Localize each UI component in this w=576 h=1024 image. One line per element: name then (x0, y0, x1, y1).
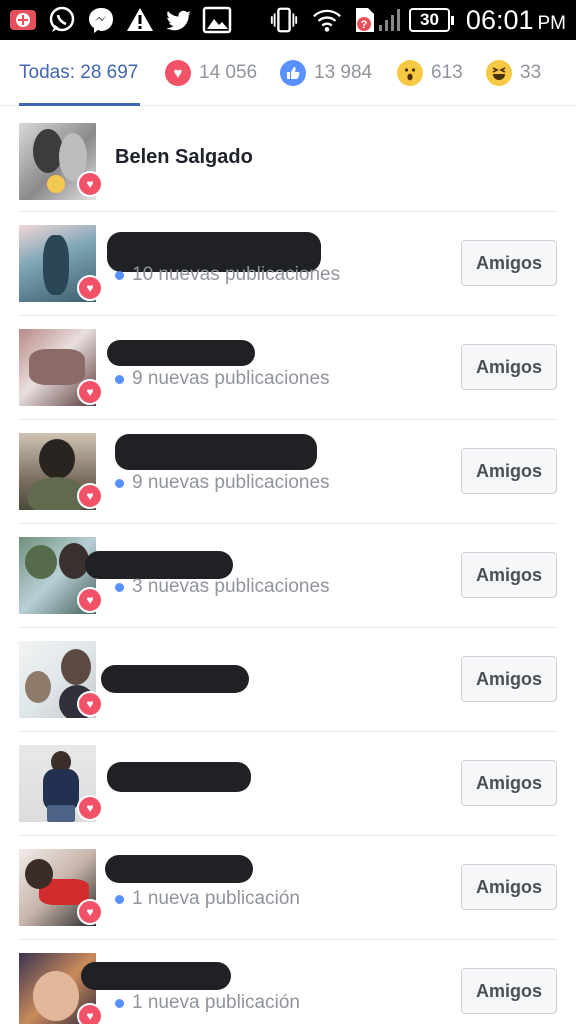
new-posts-text: 9 nuevas publicaciones (132, 368, 330, 389)
redacted-name (115, 434, 317, 470)
add-app-icon (8, 5, 38, 35)
love-badge-icon: ♥ (77, 899, 103, 925)
list-item[interactable]: ♥ Belen Salgado (19, 107, 557, 211)
love-reaction-icon: ♥ (165, 60, 191, 86)
redacted-name (81, 962, 231, 990)
tab-all-label: Todas: 28 697 (19, 62, 139, 83)
new-posts-text: 1 nueva publicación (132, 992, 300, 1013)
redacted-name (85, 551, 233, 579)
like-reaction-icon (280, 60, 306, 86)
friends-button[interactable]: Amigos (461, 240, 557, 286)
friends-button[interactable]: Amigos (461, 968, 557, 1014)
redacted-name (107, 340, 255, 366)
tab-wow[interactable]: 613 (397, 40, 463, 106)
redacted-name (107, 762, 251, 792)
twitter-icon (164, 5, 194, 35)
gallery-icon (202, 5, 232, 35)
vibrate-icon (269, 5, 299, 35)
person-name[interactable]: Belen Salgado (115, 146, 253, 169)
tab-like-count: 13 984 (314, 62, 373, 83)
list-item[interactable]: ♥ Amigos (19, 627, 557, 731)
list-item[interactable]: ♥ 1 nueva publicación Amigos (19, 939, 557, 1024)
messenger-icon (86, 5, 116, 35)
tab-haha[interactable]: 33 (486, 40, 541, 106)
unread-dot (115, 894, 124, 904)
signal-icon (375, 5, 405, 35)
friends-button[interactable]: Amigos (461, 448, 557, 494)
new-posts-text: 9 nuevas publicaciones (132, 472, 330, 493)
love-badge-icon: ♥ (77, 1003, 103, 1024)
love-badge-icon: ♥ (77, 483, 103, 509)
friends-button[interactable]: Amigos (461, 864, 557, 910)
redacted-name (101, 665, 249, 693)
status-bar: ? 30 06:01 PM (0, 0, 576, 40)
love-badge-icon: ♥ (77, 587, 103, 613)
love-badge-icon: ♥ (77, 379, 103, 405)
unread-dot (115, 374, 124, 384)
tab-active-underline (19, 103, 140, 106)
new-posts-label: 9 nuevas publicaciones (115, 472, 330, 494)
tab-wow-count: 613 (431, 62, 463, 83)
warning-icon (125, 5, 155, 35)
love-badge-icon: ♥ (77, 275, 103, 301)
haha-reaction-icon (486, 60, 512, 86)
new-posts-label: 1 nueva publicación (115, 992, 300, 1014)
friends-button[interactable]: Amigos (461, 760, 557, 806)
redacted-name (105, 855, 253, 883)
list-item[interactable]: ♥ Amigos (19, 731, 557, 835)
whatsapp-icon (47, 5, 77, 35)
love-badge-icon: ♥ (77, 171, 103, 197)
new-posts-text: 1 nueva publicación (132, 888, 300, 909)
tab-all[interactable]: Todas: 28 697 (19, 40, 138, 106)
unread-dot (115, 478, 124, 488)
list-item[interactable]: ♥ 1 nueva publicación Amigos (19, 835, 557, 939)
wifi-icon (312, 5, 342, 35)
list-item[interactable]: ♥ 10 nuevas publicaciones Amigos (19, 211, 557, 315)
love-badge-icon: ♥ (77, 795, 103, 821)
reaction-tabs: Todas: 28 697 ♥ 14 056 13 984 613 33 (0, 40, 576, 106)
unread-dot (115, 270, 124, 280)
svg-text:?: ? (361, 19, 368, 31)
friends-button[interactable]: Amigos (461, 552, 557, 598)
list-item[interactable]: ♥ 3 nuevas publicaciones Amigos (19, 523, 557, 627)
clock-time: 06:01 (465, 5, 534, 35)
unread-dot (115, 582, 124, 592)
list-item[interactable]: ♥ 9 nuevas publicaciones Amigos (19, 419, 557, 523)
unread-dot (115, 998, 124, 1008)
clock-ampm: PM (537, 13, 567, 34)
battery-indicator: 30 (409, 8, 454, 32)
new-posts-label: 9 nuevas publicaciones (115, 368, 330, 390)
list-item[interactable]: ♥ 9 nuevas publicaciones Amigos (19, 315, 557, 419)
new-posts-text: 3 nuevas publicaciones (132, 576, 330, 597)
love-badge-icon: ♥ (77, 691, 103, 717)
friends-button[interactable]: Amigos (461, 656, 557, 702)
new-posts-label: 10 nuevas publicaciones (115, 264, 340, 286)
friends-button[interactable]: Amigos (461, 344, 557, 390)
clock: 06:01 PM (466, 3, 566, 37)
tab-haha-count: 33 (520, 62, 542, 83)
tab-love[interactable]: ♥ 14 056 (165, 40, 257, 106)
tab-like[interactable]: 13 984 (280, 40, 372, 106)
new-posts-text: 10 nuevas publicaciones (132, 264, 341, 285)
new-posts-label: 3 nuevas publicaciones (115, 576, 330, 598)
wow-reaction-icon (397, 60, 423, 86)
new-posts-label: 1 nueva publicación (115, 888, 300, 910)
tab-love-count: 14 056 (199, 62, 258, 83)
